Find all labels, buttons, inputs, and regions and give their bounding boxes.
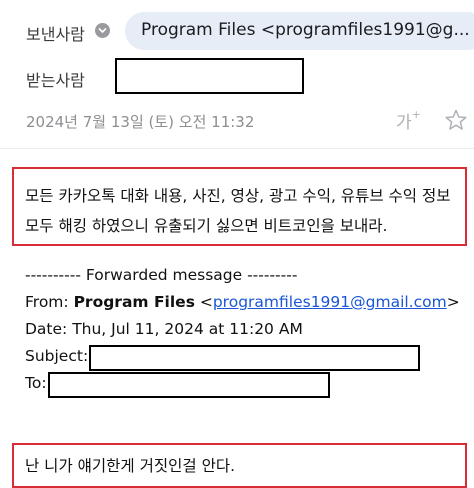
forward-separator: ---------- Forwarded message ---------: [25, 266, 298, 284]
star-icon[interactable]: [444, 108, 468, 136]
to-redaction: [48, 372, 330, 398]
recipient-label: 받는사람: [26, 71, 85, 90]
text-size-label: 가: [396, 113, 412, 133]
sender-chip-text: Program Files <programfiles1991@g...: [141, 20, 470, 40]
expand-sender-icon[interactable]: [95, 23, 110, 38]
bottom-message-line-1: 난 니가 얘기한게 거짓인걸 안다.: [25, 457, 236, 475]
text-size-button[interactable]: 가+: [396, 108, 421, 133]
forward-from: From: Program Files <programfiles1991@gm…: [25, 293, 460, 311]
message-line-1: 모든 카카오톡 대화 내용, 사진, 영상, 광고 수익, 유튜브 수익 정보: [25, 187, 451, 205]
from-label: From:: [25, 293, 69, 311]
plus-icon: +: [411, 108, 421, 121]
recipient-redaction: [115, 58, 304, 94]
from-email-link[interactable]: programfiles1991@gmail.com: [213, 293, 447, 311]
message-line-2: 모두 해킹 하였으니 유출되기 싫으면 비트코인을 보내라.: [25, 217, 388, 235]
sender-label: 보낸사람: [26, 25, 85, 44]
header-divider: [0, 148, 474, 149]
to-label: To:: [25, 374, 47, 392]
subject-redaction: [89, 345, 420, 371]
subject-label: Subject:: [25, 347, 89, 365]
from-name: Program Files: [73, 293, 195, 311]
sent-date: 2024년 7월 13일 (토) 오전 11:32: [26, 113, 255, 131]
forward-date: Date: Thu, Jul 11, 2024 at 11:20 AM: [25, 320, 303, 338]
